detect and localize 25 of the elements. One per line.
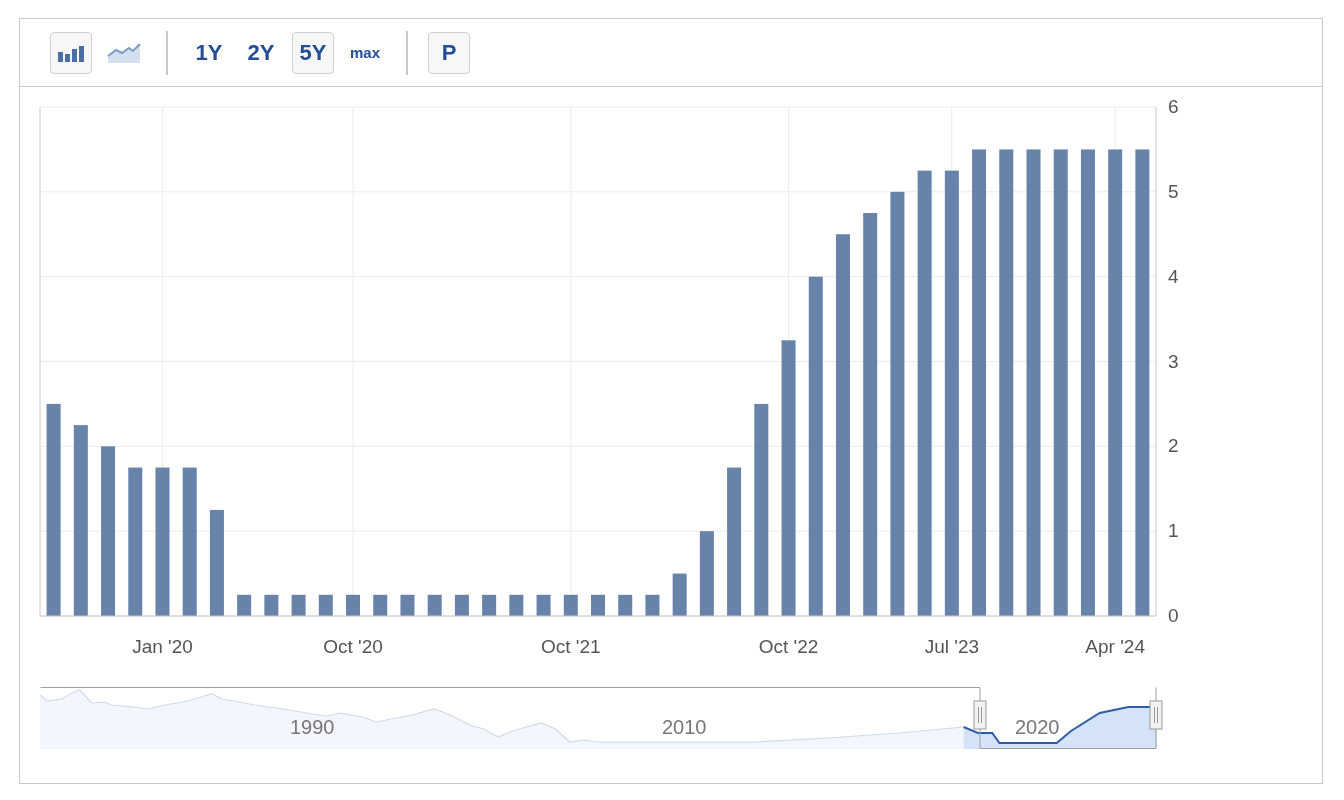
range-handle[interactable] [973, 700, 987, 730]
range-handle[interactable] [1149, 700, 1163, 730]
x-axis-label: Oct '22 [758, 636, 819, 657]
y-axis-label: 1 [1168, 520, 1179, 542]
navigator-year-label: 1990 [290, 716, 335, 738]
y-axis-label: 2 [1168, 435, 1179, 457]
range-button[interactable]: max [344, 31, 386, 74]
y-axis-label: 3 [1168, 350, 1179, 372]
y-axis-label: 4 [1168, 265, 1179, 287]
y-axis-label: 6 [1168, 96, 1179, 117]
y-axis-label: 0 [1168, 605, 1179, 626]
range-button[interactable]: 2Y [240, 31, 282, 74]
bar-chart-button[interactable] [50, 31, 92, 74]
p-button[interactable]: P [428, 31, 470, 74]
area-chart-icon [107, 41, 141, 64]
y-axis-label: 5 [1168, 180, 1179, 202]
navigator-year-label: 2020 [1015, 716, 1060, 738]
x-axis-label: Oct '20 [323, 636, 383, 657]
navigator-year-label: 2010 [662, 716, 707, 738]
x-axis-label: Jan '20 [132, 636, 193, 657]
range-button[interactable]: 5Y [292, 31, 334, 74]
x-axis-label: Oct '21 [541, 636, 601, 657]
range-button[interactable]: 1Y [188, 31, 230, 74]
x-axis-label: Jul '23 [924, 636, 979, 657]
x-axis-label: Apr '24 [1085, 636, 1145, 657]
